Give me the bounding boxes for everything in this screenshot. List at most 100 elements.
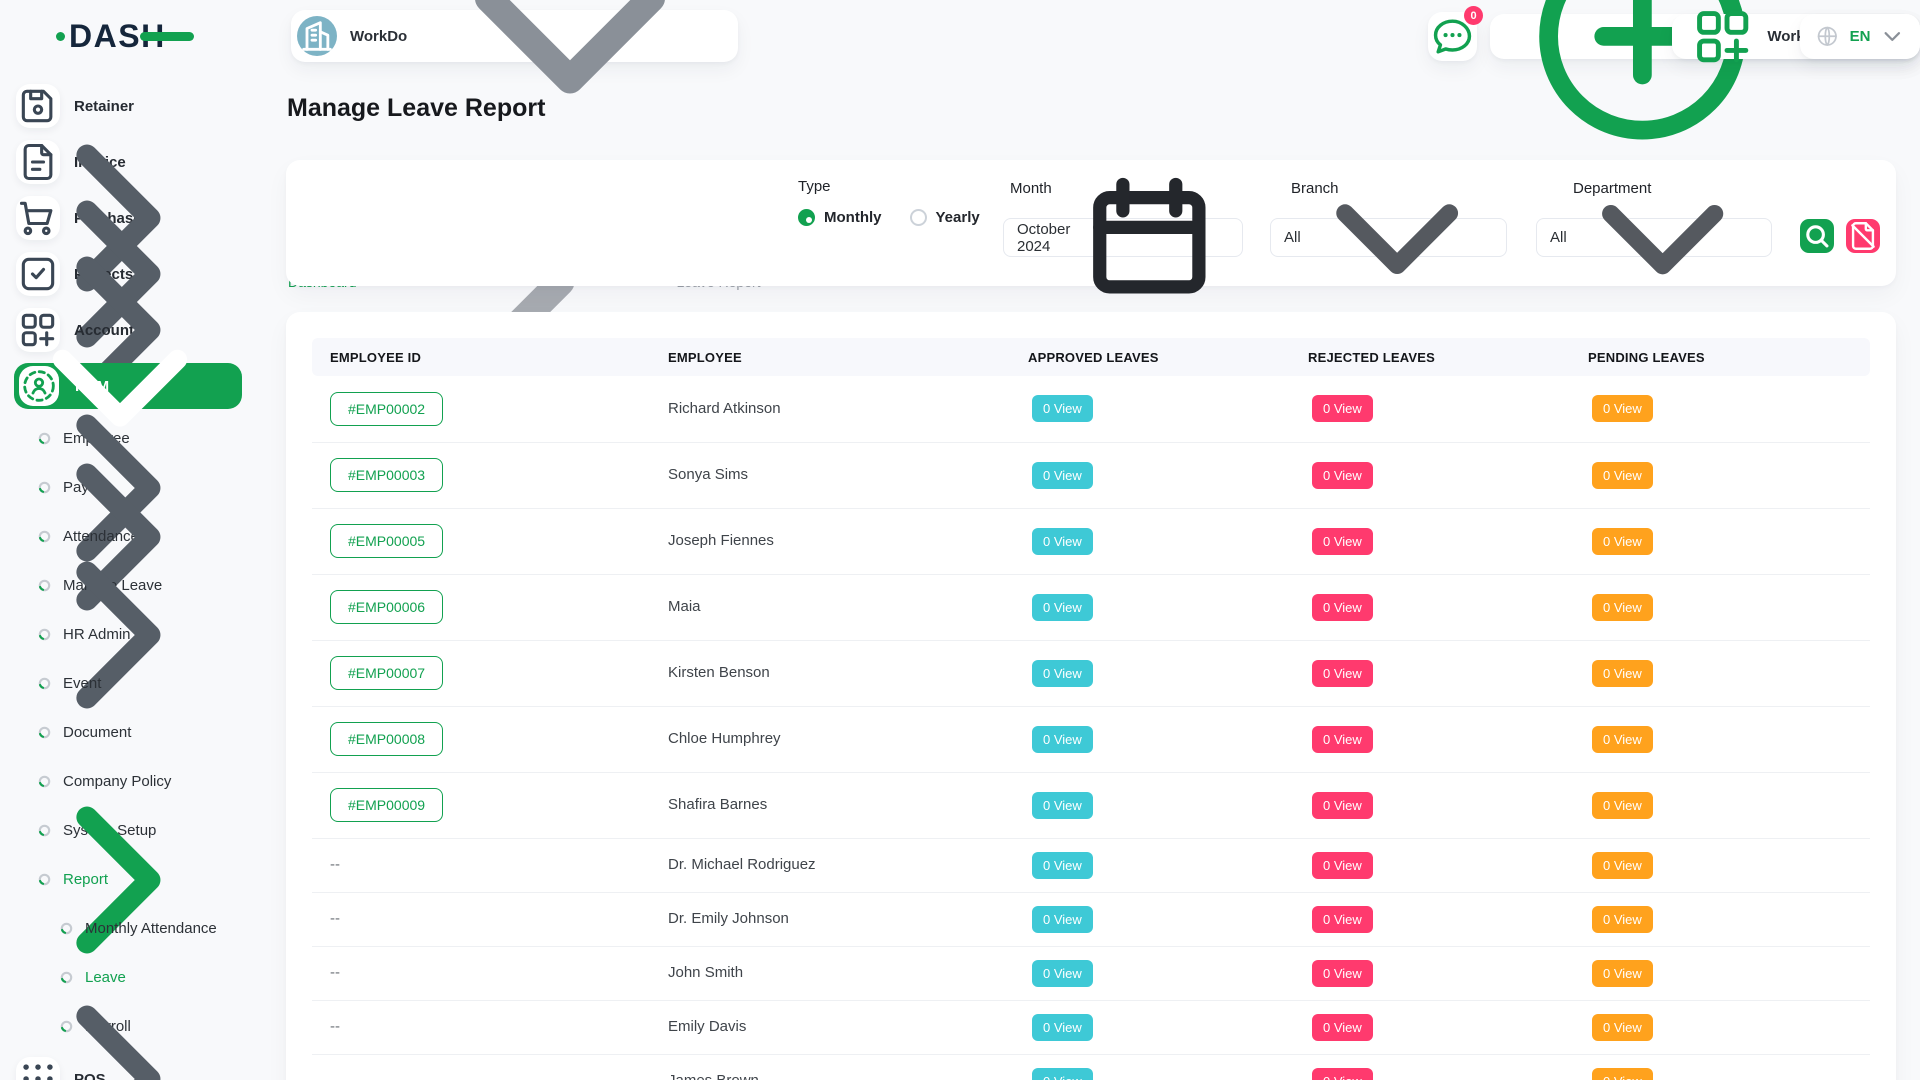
employee-name: John Smith (668, 964, 743, 981)
pending-leaves-view-badge[interactable]: 0 View (1592, 462, 1653, 489)
rejected-leaves-view-badge[interactable]: 0 View (1312, 1068, 1373, 1080)
messages-count-badge: 0 (1464, 6, 1483, 25)
approved-leaves-view-badge[interactable]: 0 View (1032, 906, 1093, 933)
table-row: #EMP00009Shafira Barnes0 View0 View0 Vie… (312, 772, 1870, 838)
bullet-icon (59, 921, 74, 936)
globe-icon (1815, 24, 1840, 49)
pending-leaves-view-badge[interactable]: 0 View (1592, 528, 1653, 555)
pending-leaves-view-badge[interactable]: 0 View (1592, 726, 1653, 753)
logo-dot-icon (56, 32, 65, 41)
rejected-leaves-view-badge[interactable]: 0 View (1312, 1014, 1373, 1041)
calendar-icon (1070, 158, 1229, 317)
approved-leaves-view-badge[interactable]: 0 View (1032, 462, 1093, 489)
rejected-leaves-view-badge[interactable]: 0 View (1312, 792, 1373, 819)
employee-id-badge[interactable]: #EMP00005 (330, 524, 443, 558)
branch-select[interactable]: All (1270, 218, 1507, 257)
rejected-leaves-view-badge[interactable]: 0 View (1312, 960, 1373, 987)
employee-name: Dr. Michael Rodriguez (668, 856, 816, 873)
column-header-rejected-leaves: REJECTED LEAVES (1308, 338, 1588, 376)
column-header-employee-id: EMPLOYEE ID (312, 338, 668, 376)
sidebar-item-report[interactable]: Report (0, 855, 258, 904)
pending-leaves-view-badge[interactable]: 0 View (1592, 792, 1653, 819)
sidebar-item-monthly-attendance[interactable]: Monthly Attendance (0, 904, 258, 953)
file-off-icon (1846, 219, 1880, 253)
table-row: -- Dr. Emily Johnson 0 View 0 View 0 View (312, 892, 1870, 946)
month-value: October 2024 (1017, 221, 1070, 255)
language-selector[interactable]: EN (1800, 14, 1920, 59)
page-title: Manage Leave Report (287, 94, 545, 123)
approved-leaves-view-badge[interactable]: 0 View (1032, 792, 1093, 819)
approved-leaves-view-badge[interactable]: 0 View (1032, 1068, 1093, 1080)
chevron-down-icon (1567, 142, 1758, 333)
table-row: --James Brown0 View0 View0 View (312, 1054, 1870, 1080)
type-radio-yearly[interactable]: Yearly (910, 209, 980, 226)
leave-report-table-card: EMPLOYEE IDEMPLOYEEAPPROVED LEAVESREJECT… (286, 312, 1896, 1080)
rejected-leaves-view-badge[interactable]: 0 View (1312, 852, 1373, 879)
approved-leaves-view-badge[interactable]: 0 View (1032, 726, 1093, 753)
type-radio-monthly[interactable]: Monthly (798, 209, 882, 226)
employee-name: Emily Davis (668, 1018, 746, 1035)
leave-report-table: EMPLOYEE IDEMPLOYEEAPPROVED LEAVESREJECT… (312, 338, 1870, 1080)
table-row: --John Smith0 View0 View0 View (312, 946, 1870, 1000)
rejected-leaves-view-badge[interactable]: 0 View (1312, 528, 1373, 555)
employee-id-badge[interactable]: #EMP00006 (330, 590, 443, 624)
rejected-leaves-view-badge[interactable]: 0 View (1312, 906, 1373, 933)
workspace-selector[interactable]: WorkDo (291, 10, 738, 62)
approved-leaves-view-badge[interactable]: 0 View (1032, 852, 1093, 879)
radio-label: Yearly (936, 209, 980, 226)
type-radio-group: Monthly Yearly (798, 209, 980, 226)
employee-id-badge[interactable]: #EMP00007 (330, 656, 443, 690)
pending-leaves-view-badge[interactable]: 0 View (1592, 1014, 1653, 1041)
rejected-leaves-view-badge[interactable]: 0 View (1312, 726, 1373, 753)
rejected-leaves-view-badge[interactable]: 0 View (1312, 462, 1373, 489)
radio-unselected-icon[interactable] (910, 209, 927, 226)
employee-id-badge[interactable]: #EMP00008 (330, 722, 443, 756)
sidebar-item-pos[interactable]: POS (0, 1051, 258, 1080)
approved-leaves-view-badge[interactable]: 0 View (1032, 528, 1093, 555)
reset-button[interactable] (1846, 219, 1880, 253)
employee-id-empty: -- (330, 910, 340, 927)
sidebar-item-hr-admin[interactable]: HR Admin (0, 610, 258, 659)
employee-name: Richard Atkinson (668, 400, 781, 417)
employee-id-badge[interactable]: #EMP00002 (330, 392, 443, 426)
approved-leaves-view-badge[interactable]: 0 View (1032, 1014, 1093, 1041)
pending-leaves-view-badge[interactable]: 0 View (1592, 395, 1653, 422)
table-row: #EMP00006 Maia 0 View 0 View 0 View (312, 574, 1870, 640)
workspace-avatar (297, 16, 337, 56)
table-row: -- Emily Davis 0 View 0 View 0 View (312, 1000, 1870, 1054)
column-header-pending-leaves: PENDING LEAVES (1588, 338, 1870, 376)
employee-id-empty: -- (330, 1018, 340, 1035)
month-input[interactable]: October 2024 (1003, 218, 1243, 257)
pending-leaves-view-badge[interactable]: 0 View (1592, 1068, 1653, 1080)
employee-name: Dr. Emily Johnson (668, 910, 789, 927)
sidebar-item-label: Document (63, 724, 131, 741)
approved-leaves-view-badge[interactable]: 0 View (1032, 660, 1093, 687)
messages-button[interactable]: 0 (1428, 12, 1477, 61)
column-header-employee: EMPLOYEE (668, 338, 1028, 376)
department-value: All (1550, 229, 1567, 246)
pending-leaves-view-badge[interactable]: 0 View (1592, 594, 1653, 621)
search-button[interactable] (1800, 219, 1834, 253)
rejected-leaves-view-badge[interactable]: 0 View (1312, 395, 1373, 422)
radio-selected-icon[interactable] (798, 209, 815, 226)
pending-leaves-view-badge[interactable]: 0 View (1592, 960, 1653, 987)
department-select[interactable]: All (1536, 218, 1772, 257)
pending-leaves-view-badge[interactable]: 0 View (1592, 852, 1653, 879)
sidebar-item-document[interactable]: Document (0, 708, 258, 757)
table-row: #EMP00008Chloe Humphrey0 View0 View0 Vie… (312, 706, 1870, 772)
rejected-leaves-view-badge[interactable]: 0 View (1312, 660, 1373, 687)
employee-name: Kirsten Benson (668, 664, 770, 681)
bullet-icon (37, 725, 52, 740)
employee-id-badge[interactable]: #EMP00003 (330, 458, 443, 492)
table-header-row: EMPLOYEE IDEMPLOYEEAPPROVED LEAVESREJECT… (312, 338, 1870, 376)
employee-name: Maia (668, 598, 701, 615)
pending-leaves-view-badge[interactable]: 0 View (1592, 660, 1653, 687)
chevron-down-icon (1880, 24, 1905, 49)
sidebar-item-event[interactable]: Event (0, 659, 258, 708)
approved-leaves-view-badge[interactable]: 0 View (1032, 960, 1093, 987)
approved-leaves-view-badge[interactable]: 0 View (1032, 594, 1093, 621)
rejected-leaves-view-badge[interactable]: 0 View (1312, 594, 1373, 621)
pending-leaves-view-badge[interactable]: 0 View (1592, 906, 1653, 933)
employee-id-badge[interactable]: #EMP00009 (330, 788, 443, 822)
approved-leaves-view-badge[interactable]: 0 View (1032, 395, 1093, 422)
